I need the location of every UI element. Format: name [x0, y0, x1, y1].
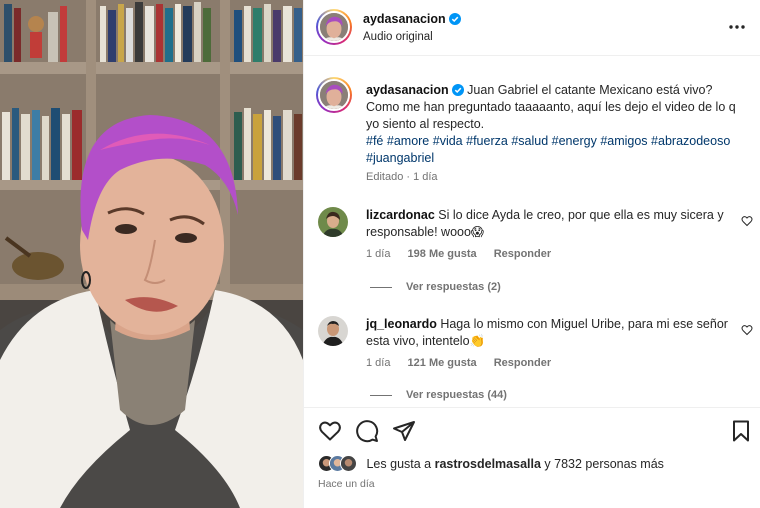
- commenter-avatar-image: [318, 316, 348, 346]
- hashtag-link[interactable]: #juangabriel: [366, 151, 434, 165]
- post-panel: aydasanacion Audio original aydasanacion…: [303, 0, 760, 508]
- replies-divider-line: [370, 286, 392, 288]
- comment-icon[interactable]: [355, 419, 379, 443]
- video-frame: [0, 0, 303, 508]
- likes-suffix[interactable]: y 7832 personas más: [544, 457, 664, 471]
- post-header: aydasanacion Audio original: [304, 0, 760, 56]
- hashtag-link[interactable]: #energy: [552, 134, 597, 148]
- comment-likes[interactable]: 198 Me gusta: [408, 248, 477, 260]
- comment-time: 1 día: [366, 357, 391, 369]
- post-video[interactable]: [0, 0, 303, 508]
- comment-meta: 1 día 198 Me gusta Responder: [366, 248, 565, 260]
- caption-author-avatar-image: [320, 81, 348, 109]
- likes-prefix: Les gusta a: [366, 456, 432, 471]
- hashtag-link[interactable]: #fuerza: [466, 134, 508, 148]
- liker-avatar[interactable]: [340, 455, 357, 472]
- author-avatar[interactable]: [316, 9, 352, 45]
- action-bar: [304, 407, 760, 451]
- post-time[interactable]: Hace un día: [318, 478, 375, 490]
- author-username[interactable]: aydasanacion: [363, 12, 446, 26]
- view-replies-label: Ver respuestas (2): [406, 281, 501, 293]
- hashtag-link[interactable]: #abrazodeoso: [651, 134, 730, 148]
- liker-username[interactable]: rastrosdelmasalla: [435, 457, 541, 471]
- reply-button[interactable]: Responder: [494, 248, 551, 260]
- liker-avatar-image: [341, 456, 356, 471]
- hashtag-link[interactable]: #amigos: [600, 134, 647, 148]
- comment-meta: 1 día 121 Me gusta Responder: [366, 357, 565, 369]
- more-options-icon[interactable]: [727, 17, 747, 37]
- post-caption: aydasanacion Juan Gabriel el catante Mex…: [366, 82, 746, 167]
- comment-time: 1 día: [366, 248, 391, 260]
- verified-badge-icon: [448, 13, 461, 25]
- likes-summary: Les gusta a rastrosdelmasalla y 7832 per…: [318, 455, 664, 475]
- comment-username[interactable]: lizcardonac: [366, 208, 435, 222]
- commenter-avatar[interactable]: [318, 316, 348, 346]
- hashtag-link[interactable]: #amore: [387, 134, 429, 148]
- comment-like-heart-icon[interactable]: [741, 215, 753, 227]
- verified-badge-icon: [451, 84, 464, 96]
- reply-button[interactable]: Responder: [494, 357, 551, 369]
- view-replies-label: Ver respuestas (44): [406, 389, 507, 401]
- comments-scroll-area[interactable]: aydasanacion Juan Gabriel el catante Mex…: [304, 57, 760, 407]
- author-avatar-image: [320, 13, 348, 41]
- caption-meta: Editado · 1 día: [366, 171, 438, 183]
- view-replies-button[interactable]: Ver respuestas (44): [370, 389, 507, 401]
- commenter-avatar[interactable]: [318, 207, 348, 237]
- comment-username[interactable]: jq_leonardo: [366, 317, 437, 331]
- caption-username[interactable]: aydasanacion: [366, 83, 449, 97]
- view-replies-button[interactable]: Ver respuestas (2): [370, 281, 501, 293]
- audio-label[interactable]: Audio original: [363, 31, 433, 43]
- comment-likes[interactable]: 121 Me gusta: [408, 357, 477, 369]
- replies-divider-line: [370, 394, 392, 396]
- commenter-avatar-image: [318, 207, 348, 237]
- hashtag-link[interactable]: #salud: [511, 134, 548, 148]
- hashtag-link[interactable]: #fé: [366, 134, 383, 148]
- heart-icon[interactable]: [318, 419, 342, 443]
- comment-like-heart-icon[interactable]: [741, 324, 753, 336]
- caption-hashtags: #fé #amore #vida #fuerza #salud #energy …: [366, 134, 730, 165]
- share-icon[interactable]: [392, 419, 416, 443]
- caption-author-avatar[interactable]: [316, 77, 352, 113]
- bookmark-icon[interactable]: [729, 419, 753, 443]
- hashtag-link[interactable]: #vida: [433, 134, 463, 148]
